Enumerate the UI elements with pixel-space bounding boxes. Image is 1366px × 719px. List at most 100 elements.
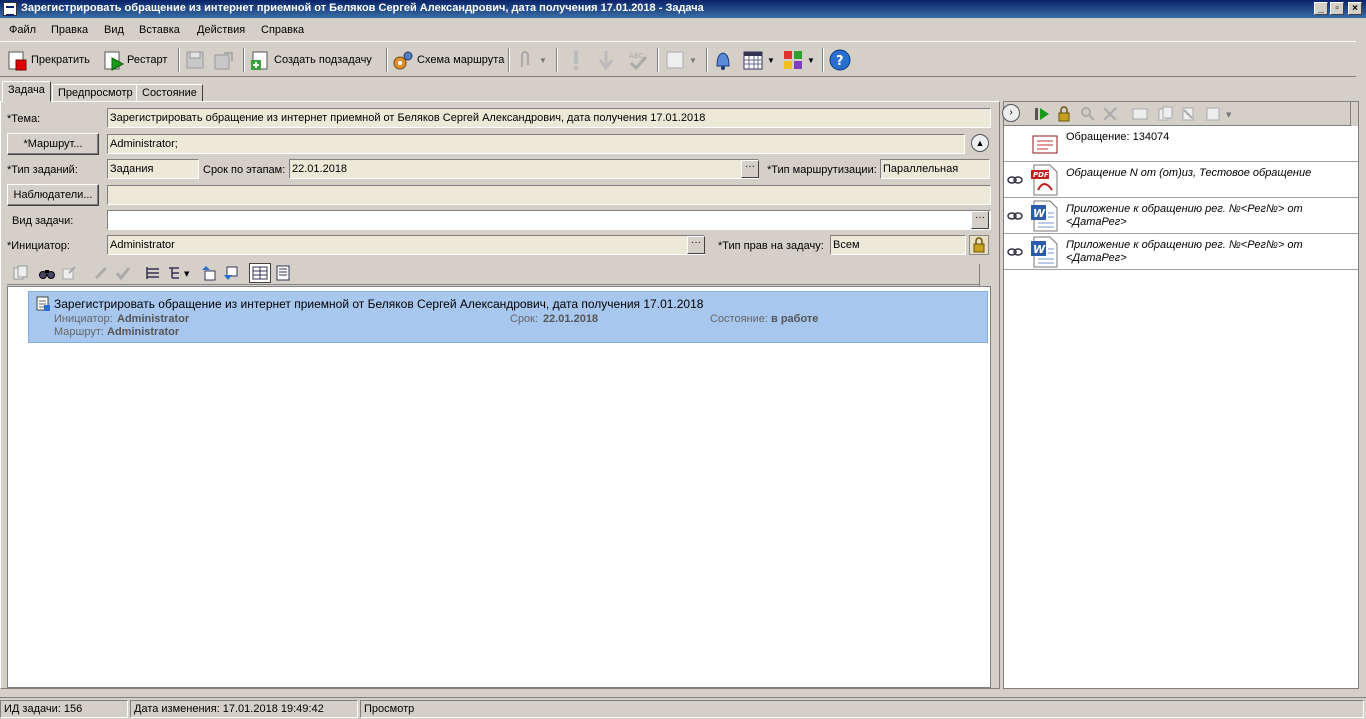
route-scheme-button[interactable]: Схема маршрута (390, 46, 506, 74)
attachments-toolbar-overflow[interactable] (1350, 102, 1358, 126)
svg-text:ABC: ABC (629, 52, 643, 60)
table-view-icon[interactable] (249, 263, 271, 283)
attachment-item[interactable]: Обращение: 134074 (1004, 126, 1358, 162)
tree-view-icon[interactable]: ▼ (167, 265, 193, 281)
copy-icon[interactable] (13, 265, 29, 281)
save-close-button[interactable] (210, 46, 236, 74)
menu-help[interactable]: Справка (261, 24, 304, 36)
add-attachment-icon[interactable]: ▼ (1206, 106, 1236, 122)
restart-label: Рестарт (127, 54, 168, 66)
menu-insert[interactable]: Вставка (139, 24, 180, 36)
svg-text:▼: ▼ (1226, 111, 1232, 119)
minimize-button[interactable]: _ (1314, 2, 1328, 15)
kind-field[interactable] (107, 210, 991, 230)
restore-button[interactable]: ▫ (1330, 2, 1344, 15)
menu-edit[interactable]: Правка (51, 24, 88, 36)
save-button[interactable] (182, 46, 208, 74)
subject-field[interactable]: Зарегистрировать обращение из интернет п… (107, 108, 991, 128)
window-title: Зарегистрировать обращение из интернет п… (21, 2, 704, 14)
panel-toggle-icon[interactable]: › (1002, 104, 1020, 122)
find-icon[interactable] (39, 265, 55, 281)
task-row-deadline-label: Срок: (510, 313, 539, 325)
initiator-picker-button[interactable]: ··· (687, 236, 705, 254)
list-view-icon[interactable] (275, 265, 291, 281)
export-icon[interactable] (61, 265, 77, 281)
collapse-icon[interactable]: ▲ (971, 134, 989, 152)
lock-attachment-icon[interactable] (1056, 106, 1072, 122)
help-button[interactable]: ? (827, 46, 853, 74)
close-button[interactable]: × (1348, 2, 1362, 15)
lock-icon[interactable] (969, 235, 989, 255)
attachment-item[interactable]: W Приложение к обращению рег. №<Рег№> от… (1004, 198, 1358, 234)
open-attachment-icon[interactable] (1034, 106, 1050, 122)
move-up-icon[interactable] (201, 265, 217, 281)
observers-field[interactable] (107, 185, 991, 205)
calendar-button[interactable]: ▼ (740, 46, 777, 74)
toolbar-overflow[interactable] (1356, 41, 1366, 77)
tree-toolbar-overflow[interactable] (979, 264, 989, 286)
tab-task[interactable]: Задача (2, 81, 51, 102)
tools-attachment-icon[interactable] (1102, 106, 1118, 122)
paperclip-icon (514, 49, 536, 71)
notify-button[interactable] (710, 46, 736, 74)
menu-file[interactable]: Файл (9, 24, 36, 36)
deadline-label: Срок по этапам: (203, 164, 286, 176)
task-type-field[interactable]: Задания (107, 159, 199, 179)
task-row-route-label: Маршрут: (54, 326, 104, 338)
move-down-icon[interactable] (223, 265, 239, 281)
subtask-icon (249, 49, 271, 71)
task-type-label: *Тип заданий: (7, 164, 78, 176)
rights-field[interactable]: Всем (830, 235, 966, 255)
task-icon (35, 296, 51, 312)
menu-actions[interactable]: Действия (197, 24, 245, 36)
initiator-field[interactable]: Administrator (107, 235, 705, 255)
form-button[interactable]: ▼ (662, 46, 699, 74)
svg-text:▼: ▼ (184, 270, 190, 278)
copy-attachment-icon[interactable] (1158, 106, 1174, 122)
observers-button[interactable]: Наблюдатели... (7, 184, 99, 206)
attachment-subtitle: <ДатаРег> (1066, 252, 1127, 264)
categories-button[interactable]: ▼ (780, 46, 817, 74)
route-field[interactable]: Administrator; (107, 134, 965, 154)
save-icon (184, 49, 206, 71)
tree-toolbar: ▼ (7, 261, 989, 285)
task-row[interactable]: Зарегистрировать обращение из интернет п… (28, 291, 988, 343)
attachment-item[interactable]: W Приложение к обращению рег. №<Рег№> от… (1004, 234, 1358, 270)
link-icon (1007, 247, 1023, 257)
tab-preview[interactable]: Предпросмотр (52, 84, 139, 102)
deadline-field[interactable]: 22.01.2018 (289, 159, 759, 179)
tab-strip: Задача Предпросмотр Состояние (0, 80, 1000, 102)
routing-type-field[interactable]: Параллельная (880, 159, 990, 179)
gears-icon (392, 49, 414, 71)
menu-view[interactable]: Вид (104, 24, 124, 36)
stop-button[interactable]: Прекратить (4, 46, 92, 74)
restart-icon (102, 49, 125, 71)
search-attachment-icon[interactable] (1080, 106, 1096, 122)
form-icon (664, 49, 686, 71)
card-icon[interactable] (1132, 106, 1148, 122)
kind-picker-button[interactable]: ··· (971, 211, 989, 229)
create-subtask-button[interactable]: Создать подзадачу (247, 46, 374, 74)
app-icon (3, 2, 17, 16)
delete-attachment-icon[interactable] (1180, 106, 1196, 122)
task-row-state-label: Состояние: (710, 313, 768, 325)
routing-type-label: *Тип маршрутизации: (767, 164, 877, 176)
exclamation-icon (565, 49, 587, 71)
low-importance-button[interactable] (593, 46, 619, 74)
check-icon[interactable] (115, 265, 131, 281)
route-button[interactable]: *Маршрут... (7, 133, 99, 155)
edit-icon[interactable] (93, 265, 109, 281)
attach-button[interactable]: ▼ (512, 46, 549, 74)
importance-button[interactable] (563, 46, 589, 74)
spellcheck-button[interactable]: ABC (625, 46, 651, 74)
deadline-picker-button[interactable]: ··· (741, 160, 759, 178)
restart-button[interactable]: Рестарт (100, 46, 169, 74)
kind-label: Вид задачи: (12, 215, 74, 227)
svg-text:W: W (1033, 243, 1046, 256)
svg-text:PDF: PDF (1033, 171, 1049, 179)
tab-state[interactable]: Состояние (136, 84, 203, 102)
expand-tree-icon[interactable] (145, 265, 161, 281)
save-close-icon (212, 49, 234, 71)
attachment-item[interactable]: PDF Обращение N от (от)из, Тестовое обра… (1004, 162, 1358, 198)
categories-icon (782, 49, 804, 71)
